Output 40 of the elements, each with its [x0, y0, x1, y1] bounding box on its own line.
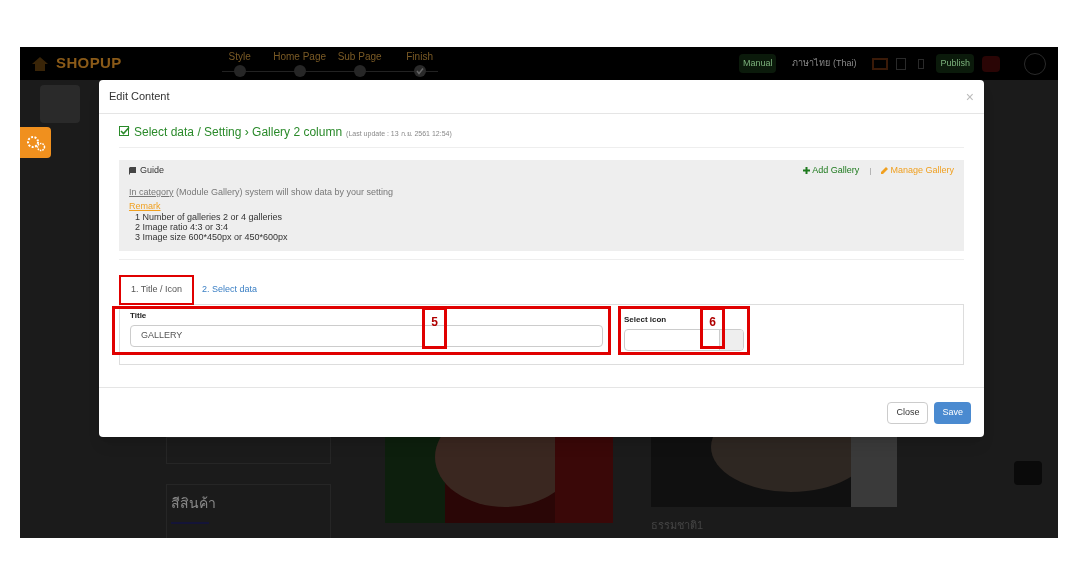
remark-item: 1 Number of galleries 2 or 4 galleries: [135, 211, 284, 222]
guide-text: In category (Module Gallery) system will show data by your setting: [129, 186, 395, 198]
publish-button[interactable]: Publish: [936, 53, 974, 74]
title-input[interactable]: GALLERY: [130, 325, 603, 347]
step-label: Sub Page: [337, 50, 382, 63]
step-label: Style: [228, 50, 251, 63]
dialog-title: Edit Content: [109, 89, 170, 105]
section-heading: Select data / Setting › Gallery 2 column: [134, 124, 343, 141]
undo-button[interactable]: [982, 55, 1000, 72]
category-heading: สีสินค้า: [171, 494, 217, 513]
add-gallery-link[interactable]: Add Gallery: [812, 164, 860, 178]
desktop-icon[interactable]: [872, 57, 889, 70]
settings-button[interactable]: [20, 127, 51, 158]
remark-item: 3 Image size 600*450px or 450*600px: [135, 231, 289, 242]
annotation-number: 6: [700, 307, 725, 349]
field-label: Title: [130, 310, 147, 322]
phone-icon[interactable]: [918, 58, 925, 69]
tab[interactable]: 1. Title / Icon: [119, 275, 195, 305]
step-label: Finish: [406, 50, 433, 63]
language-dropdown[interactable]: ภาษาไทย (Thai): [784, 56, 865, 71]
step-label: Home Page: [273, 50, 326, 63]
book-icon: [129, 166, 136, 175]
tab[interactable]: 2. Select data: [194, 276, 266, 304]
annotation-number: 5: [422, 307, 447, 349]
category-link[interactable]: In category: [129, 186, 174, 197]
checkbox-icon: [119, 126, 130, 136]
tablet-icon[interactable]: [896, 57, 907, 70]
guide-title: Guide: [140, 164, 165, 177]
save-button[interactable]: Save: [934, 401, 971, 424]
plus-icon: [803, 167, 811, 175]
logo[interactable]: SHOPUP: [56, 52, 122, 75]
settings-icon: [24, 133, 47, 152]
pencil-icon: [881, 167, 889, 175]
home-icon[interactable]: [32, 56, 48, 71]
close-dialog-button[interactable]: Close: [887, 401, 929, 424]
icon-select-field[interactable]: [624, 329, 744, 351]
manual-button[interactable]: Manual: [738, 53, 777, 74]
remark-item: 2 Image ratio 4:3 or 3:4: [135, 221, 230, 232]
separator: |: [869, 164, 872, 177]
field-label: Select icon: [624, 314, 667, 326]
